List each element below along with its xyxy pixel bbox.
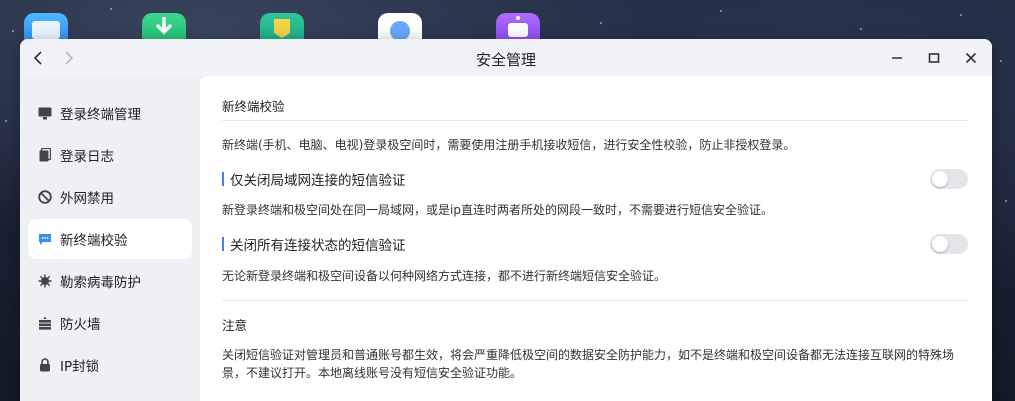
- star: [110, 8, 112, 10]
- sidebar-item-label: 登录日志: [60, 149, 114, 165]
- virus-shield-icon: [38, 274, 52, 288]
- star: [1000, 60, 1002, 62]
- setting-title: 关闭所有连接状态的短信验证: [230, 238, 406, 254]
- sidebar-item-external-disable[interactable]: 外网禁用: [28, 177, 192, 217]
- close-button[interactable]: [961, 48, 981, 68]
- star: [5, 120, 7, 122]
- section-title: 新终端校验: [222, 76, 968, 121]
- titlebar: 安全管理: [20, 39, 992, 76]
- security-window: 安全管理 登录终端管理 登录日志 外网禁用 新终端校验 勒索病毒防护 防火墙 I…: [20, 39, 992, 401]
- sidebar-item-label: 新终端校验: [60, 233, 128, 249]
- divider: [222, 300, 968, 301]
- setting-row-lan-sms: 仅关闭局域网连接的短信验证: [222, 168, 968, 190]
- star: [600, 22, 602, 24]
- note-title: 注意: [222, 318, 248, 333]
- lock-icon: [38, 358, 52, 372]
- minimize-icon: [892, 57, 902, 59]
- main-content: 新终端校验 新终端(手机、电脑、电视)登录极空间时，需要使用注册手机接收短信，进…: [200, 76, 992, 401]
- sidebar-item-login-log[interactable]: 登录日志: [28, 135, 192, 175]
- star: [860, 28, 862, 30]
- sidebar-item-firewall[interactable]: 防火墙: [28, 303, 192, 343]
- all-sms-toggle[interactable]: [930, 234, 968, 254]
- minimize-button[interactable]: [887, 48, 907, 68]
- lan-sms-toggle[interactable]: [930, 169, 968, 189]
- maximize-button[interactable]: [924, 48, 944, 68]
- sidebar-item-label: 外网禁用: [60, 191, 114, 207]
- toggle-knob: [932, 236, 948, 252]
- window-title: 安全管理: [475, 51, 536, 69]
- sidebar: 登录终端管理 登录日志 外网禁用 新终端校验 勒索病毒防护 防火墙 IP封锁: [20, 76, 200, 401]
- close-icon: [965, 52, 977, 64]
- setting-title: 仅关闭局域网连接的短信验证: [230, 173, 406, 189]
- setting-label-lan-sms: 仅关闭局域网连接的短信验证: [222, 169, 406, 189]
- accent-bar: [222, 172, 224, 186]
- note-text: 关闭短信验证对管理员和普通账号都生效，将会严重降低极空间的数据安全防护能力，如不…: [222, 348, 955, 380]
- setting-desc: 新登录终端和极空间处在同一局域网，或是ip直连时两者所处的网段一致时，不需要进行…: [222, 203, 773, 217]
- sidebar-item-new-terminal-verify[interactable]: 新终端校验: [28, 219, 192, 259]
- log-icon: [38, 148, 52, 162]
- setting-desc: 无论新登录终端和极空间设备以何种网络方式连接，都不进行新终端短信安全验证。: [222, 269, 667, 283]
- setting-label-all-sms: 关闭所有连接状态的短信验证: [222, 234, 406, 254]
- ban-icon: [38, 190, 52, 204]
- sidebar-item-label: 防火墙: [60, 317, 101, 333]
- toggle-knob: [932, 171, 948, 187]
- sidebar-item-ransomware-protection[interactable]: 勒索病毒防护: [28, 261, 192, 301]
- star: [720, 10, 722, 12]
- sidebar-item-label: IP封锁: [60, 359, 100, 375]
- star: [12, 30, 14, 32]
- setting-row-all-sms: 关闭所有连接状态的短信验证: [222, 233, 968, 255]
- intro-text: 新终端(手机、电脑、电视)登录极空间时，需要使用注册手机接收短信，进行安全性校验…: [222, 138, 796, 152]
- message-icon: [38, 232, 52, 246]
- sidebar-item-label: 登录终端管理: [60, 107, 141, 123]
- star: [960, 14, 962, 16]
- sidebar-item-label: 勒索病毒防护: [60, 275, 141, 291]
- accent-bar: [222, 237, 224, 251]
- sidebar-item-login-terminals[interactable]: 登录终端管理: [28, 93, 192, 133]
- monitor-icon: [38, 106, 52, 120]
- firewall-icon: [38, 316, 52, 330]
- star: [1005, 200, 1007, 202]
- sidebar-item-ip-block[interactable]: IP封锁: [28, 345, 192, 385]
- maximize-icon: [928, 53, 940, 63]
